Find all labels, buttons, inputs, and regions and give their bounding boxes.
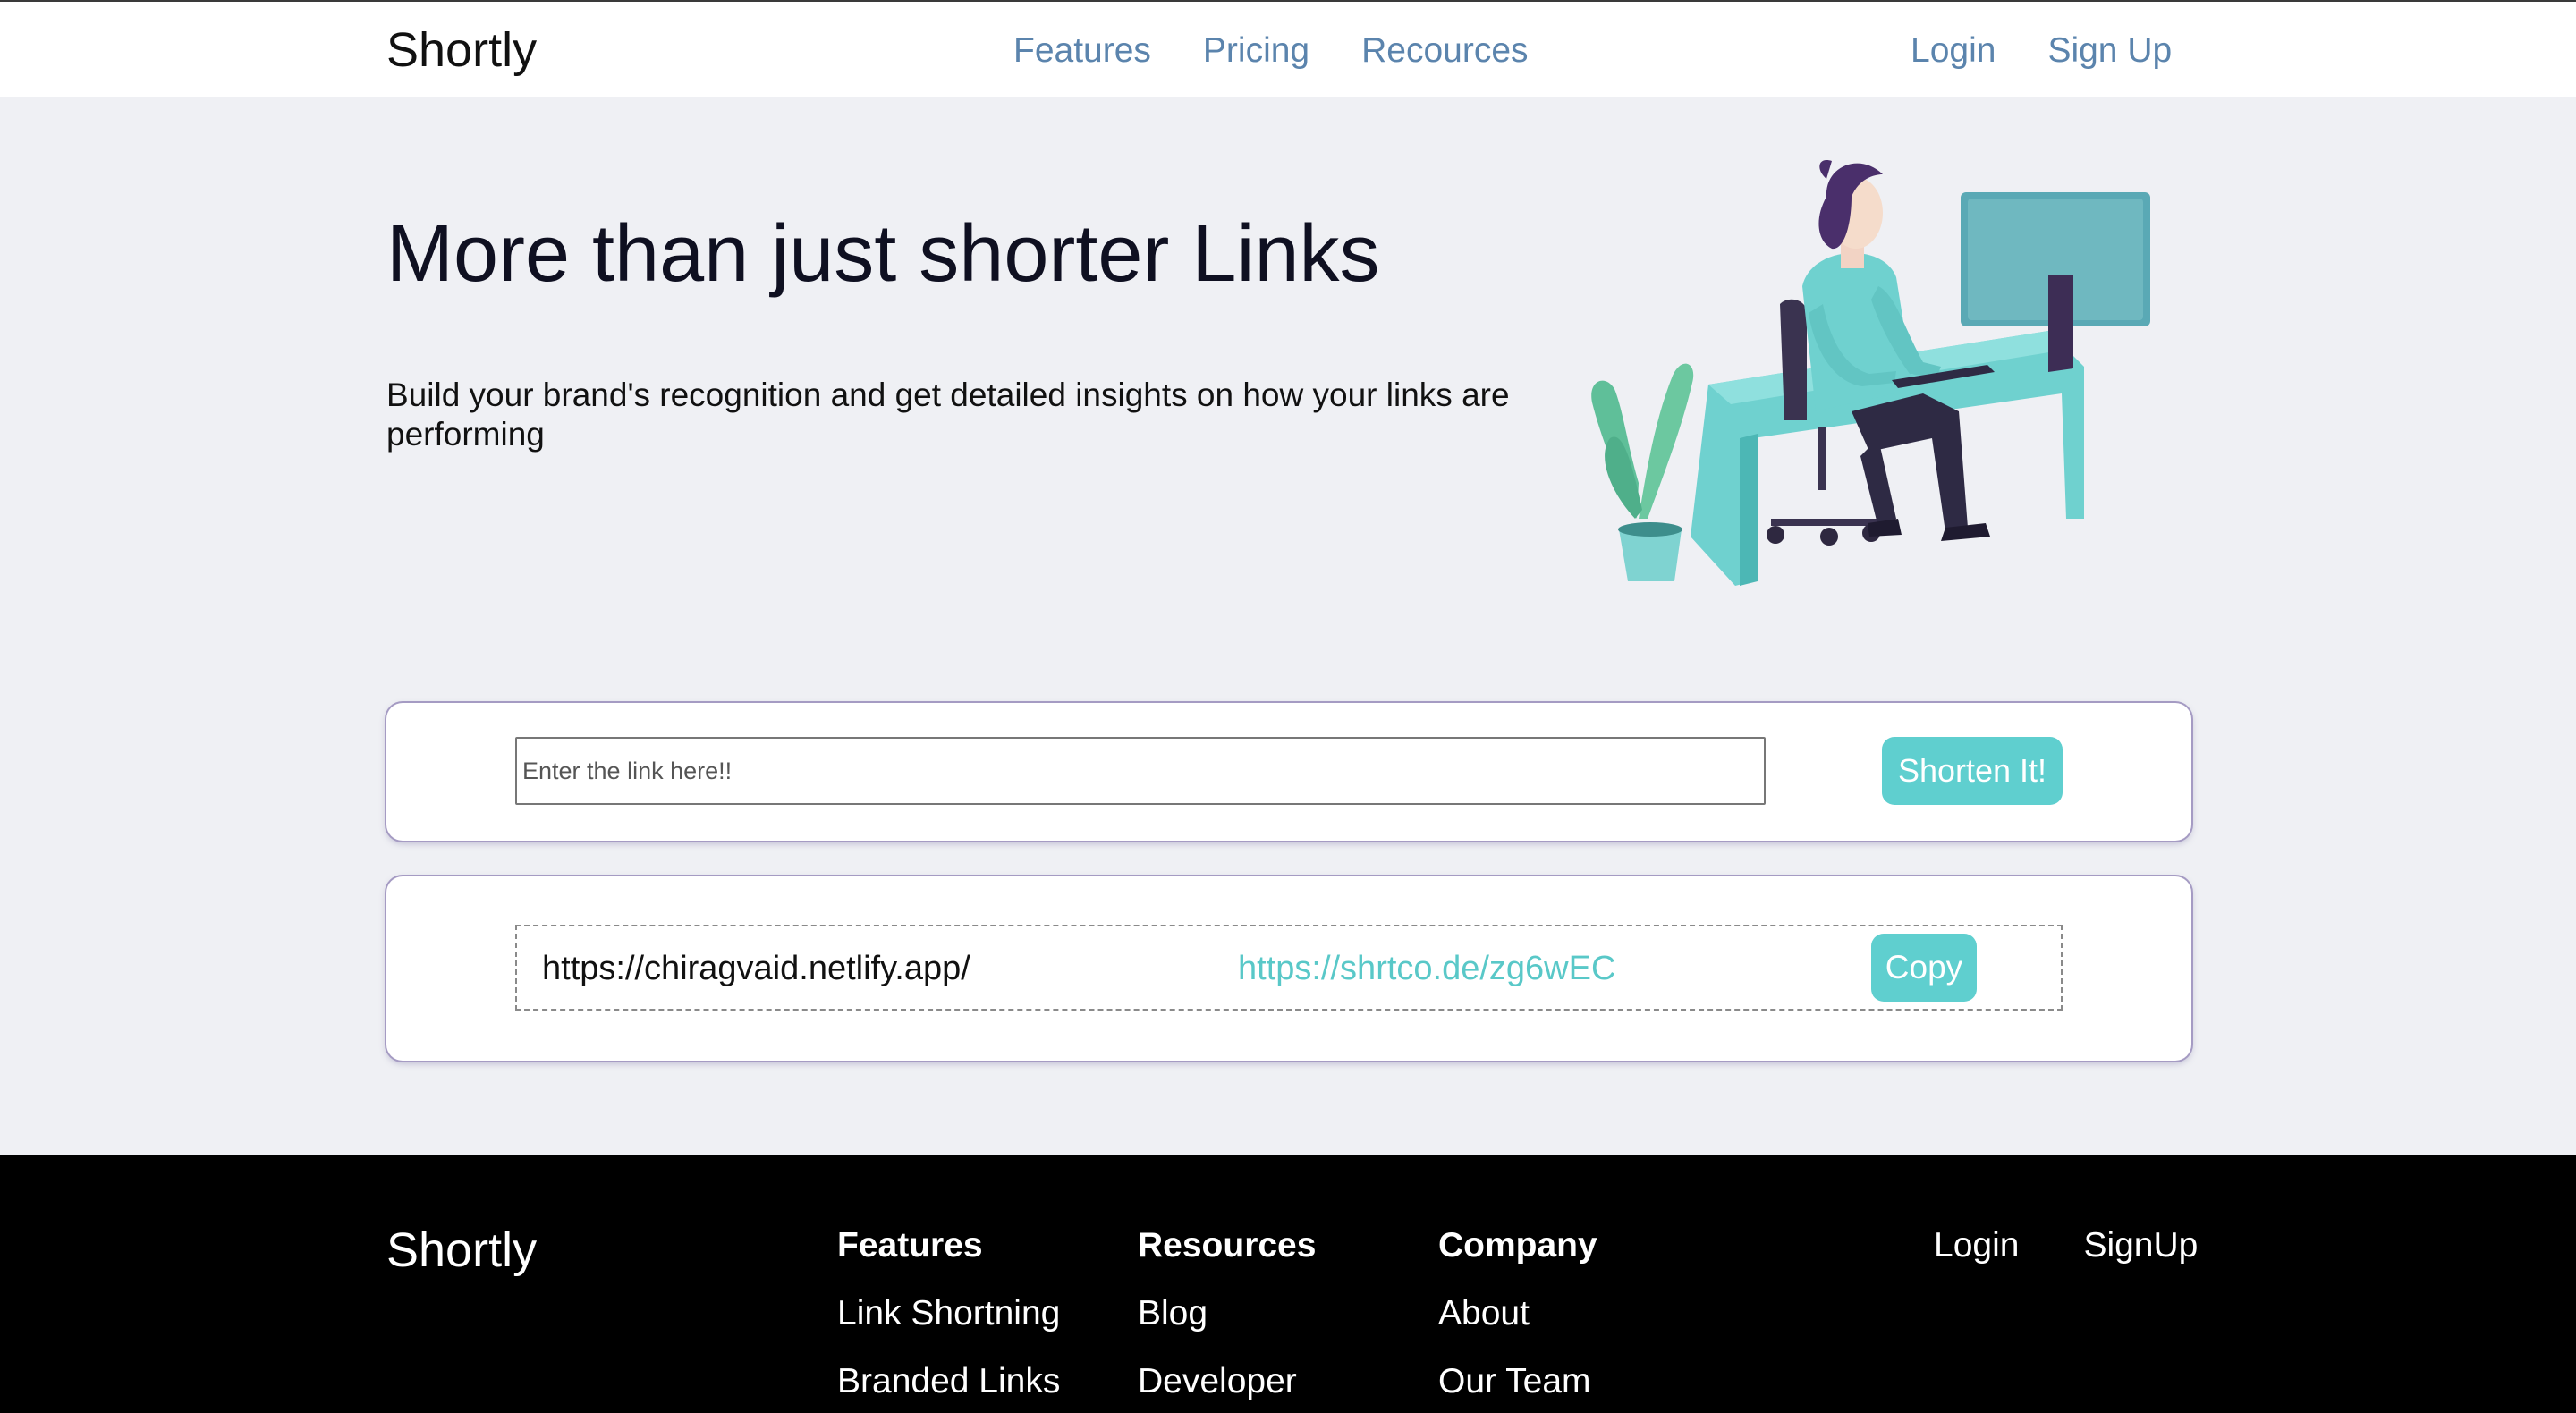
primary-nav: Features Pricing Recources — [1013, 29, 1529, 73]
footer-signup-link[interactable]: SignUp — [2083, 1225, 2198, 1266]
result-row: https://chiragvaid.netlify.app/ https://… — [515, 925, 2063, 1011]
signup-link[interactable]: Sign Up — [2047, 29, 2172, 73]
results-card: https://chiragvaid.netlify.app/ https://… — [386, 876, 2191, 1061]
hero-subtitle: Build your brand's recognition and get d… — [386, 377, 1510, 453]
footer-heading: Resources — [1138, 1226, 1317, 1265]
footer-auth: Login SignUp — [1934, 1225, 2198, 1266]
brand-logo[interactable]: Shortly — [386, 23, 537, 77]
footer-column-resources: Resources Blog Developer — [1138, 1225, 1316, 1402]
original-url: https://chiragvaid.netlify.app/ — [542, 950, 970, 987]
login-link[interactable]: Login — [1911, 29, 1996, 73]
person-working-at-desk-illustration — [1591, 160, 2150, 586]
copy-button[interactable]: Copy — [1871, 934, 1977, 1002]
footer-login-link[interactable]: Login — [1934, 1225, 2019, 1266]
link-input[interactable] — [515, 737, 1766, 805]
short-url-link[interactable]: https://shrtco.de/zg6wEC — [1238, 948, 1615, 989]
footer-link[interactable]: Link Shortning — [837, 1293, 1060, 1334]
nav-resources-link[interactable]: Recources — [1361, 29, 1528, 73]
footer-link[interactable]: About — [1438, 1293, 1597, 1334]
shorten-form: Shorten It! — [386, 703, 2191, 841]
footer-link[interactable]: Our Team — [1438, 1361, 1597, 1402]
footer: Shortly Features Link Shortning Branded … — [0, 1155, 2576, 1413]
plant-icon — [1591, 363, 1694, 581]
footer-brand-logo[interactable]: Shortly — [386, 1223, 537, 1277]
shorten-button[interactable]: Shorten It! — [1882, 737, 2063, 805]
hero-title: More than just shorter Links — [386, 209, 1380, 299]
footer-link[interactable]: Blog — [1138, 1293, 1316, 1334]
auth-nav: Login Sign Up — [1911, 29, 2172, 73]
footer-heading: Company — [1438, 1226, 1597, 1265]
nav-pricing-link[interactable]: Pricing — [1203, 29, 1309, 73]
nav-features-link[interactable]: Features — [1013, 29, 1151, 73]
footer-column-features: Features Link Shortning Branded Links — [837, 1225, 1060, 1402]
footer-column-company: Company About Our Team — [1438, 1225, 1597, 1402]
footer-link[interactable]: Branded Links — [837, 1361, 1060, 1402]
footer-heading: Features — [837, 1226, 983, 1265]
footer-link[interactable]: Developer — [1138, 1361, 1316, 1402]
navbar: Shortly Features Pricing Recources Login… — [0, 2, 2576, 97]
